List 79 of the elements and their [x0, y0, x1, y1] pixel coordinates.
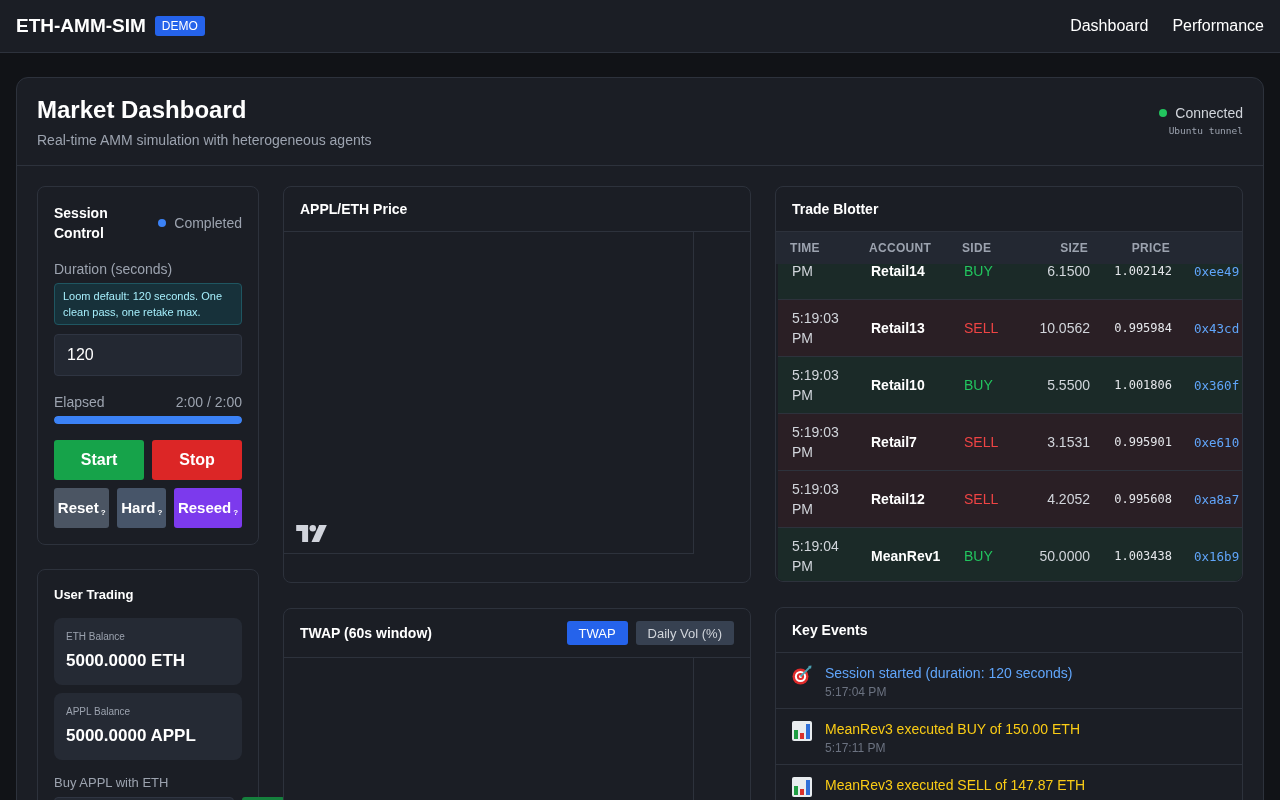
card-title: User Trading [54, 586, 135, 604]
elapsed-label: Elapsed [54, 393, 105, 412]
card-title: APPL/ETH Price [300, 201, 408, 217]
time-cell-text: 5:19:03 PM [792, 480, 840, 519]
balance-label: APPL Balance [66, 705, 132, 719]
card-title: Trade Blotter [792, 201, 879, 217]
hash-link[interactable]: 0x43cd [1172, 320, 1242, 336]
nav-link[interactable]: Performance [1172, 17, 1264, 35]
size-cell-text: 50.0000 [1038, 548, 1090, 564]
chart-toggle[interactable]: TWAP [566, 621, 628, 645]
nav-link[interactable]: Dashboard [1070, 17, 1149, 35]
column-header: ACCOUNT [869, 241, 933, 255]
time-cell-text: 5:19:03 PM [792, 309, 840, 348]
balance-value: 5000.0000 ETH [66, 650, 187, 672]
demo-badge: DEMO [154, 16, 205, 36]
session-status: Completed [174, 215, 242, 231]
account-cell-text: MeanRev1 [871, 548, 942, 564]
account-cell-text: Retail13 [871, 320, 926, 336]
session-button[interactable]: Stop [152, 440, 242, 480]
time-cell-text: 5:19:03 PM [792, 366, 840, 405]
event-time: 5:17:04 PM [825, 684, 888, 700]
hash-link[interactable]: 0xee49 [1172, 264, 1242, 279]
size-cell-text: 10.0562 [1038, 320, 1090, 336]
app-brand: ETH-AMM-SIM [16, 15, 146, 37]
target-icon [792, 665, 812, 685]
time-cell-text: 5:19:04 PM [792, 537, 840, 576]
side-cell-text: SELL [964, 434, 1000, 450]
column-header: TIME [790, 241, 821, 255]
side-cell-text: BUY [964, 264, 994, 279]
size-cell-text: 5.5500 [1046, 377, 1090, 393]
account-cell-text: Retail14 [871, 264, 926, 279]
event-message: MeanRev3 executed SELL of 147.87 ETH [825, 776, 1086, 795]
hash-link[interactable]: 0xa8a7 [1172, 491, 1242, 507]
card-title: Session Control [54, 204, 109, 243]
hash-link[interactable]: 0xe610 [1172, 434, 1242, 450]
bar-chart-icon [792, 777, 812, 797]
price-cell-text: 0.995984 [1113, 321, 1172, 335]
size-cell-text: 6.1500 [1046, 264, 1090, 279]
card-title: Key Events [792, 622, 868, 638]
bar-chart-icon [792, 721, 812, 741]
size-cell-text: 4.2052 [1046, 491, 1090, 507]
column-header: PRICE [1130, 241, 1170, 255]
side-cell-text: SELL [964, 491, 1000, 507]
connection-status: Connected [1175, 104, 1243, 123]
time-cell-text: 5:19:03 PM [792, 423, 840, 462]
price-cell-text: 0.995901 [1113, 435, 1172, 449]
side-cell-text: BUY [964, 377, 994, 393]
account-cell-text: Retail12 [871, 491, 926, 507]
page-title: Market Dashboard [37, 95, 248, 125]
time-cell-text: PM [792, 264, 814, 281]
page-subtitle: Real-time AMM simulation with heterogeneous agents [37, 131, 372, 150]
card-title: TWAP (60s window) [300, 625, 432, 641]
hash-link[interactable]: 0x16b9 [1172, 548, 1242, 564]
balance-label: ETH Balance [66, 630, 126, 644]
event-time: 5:17:11 PM [825, 740, 887, 756]
event-message: Session started (duration: 120 seconds) [825, 664, 1073, 683]
hash-link[interactable]: 0x360f [1172, 377, 1242, 393]
account-cell-text: Retail7 [871, 434, 918, 450]
chart-toggle[interactable]: Daily Vol (%) [635, 621, 734, 645]
chart-logo-icon [296, 525, 327, 542]
price-cell-text: 1.001806 [1113, 378, 1172, 392]
field-label: Buy APPL with ETH [54, 774, 170, 792]
hint-note: Loom default: 120 seconds. One clean pass, one retake max. [54, 283, 242, 325]
balance-value: 5000.0000 APPL [66, 725, 197, 747]
column-header: SIZE [1059, 241, 1088, 255]
account-cell-text: Retail10 [871, 377, 926, 393]
side-cell-text: BUY [964, 548, 994, 564]
price-cell-text: 1.002142 [1113, 264, 1172, 278]
session-button[interactable]: Start [54, 440, 144, 480]
field-label: Duration (seconds) [54, 260, 174, 279]
side-cell-text: SELL [964, 320, 1000, 336]
price-cell-text: 0.995608 [1113, 492, 1172, 506]
size-cell-text: 3.1531 [1046, 434, 1090, 450]
connection-detail: Ubuntu tunnel [1168, 125, 1243, 136]
event-message: MeanRev3 executed BUY of 150.00 ETH [825, 720, 1080, 739]
column-header: SIDE [962, 241, 993, 255]
elapsed-reading: 2:00 / 2:00 [175, 393, 242, 412]
duration-input[interactable]: 120 [54, 334, 242, 376]
price-cell-text: 1.003438 [1113, 549, 1172, 563]
